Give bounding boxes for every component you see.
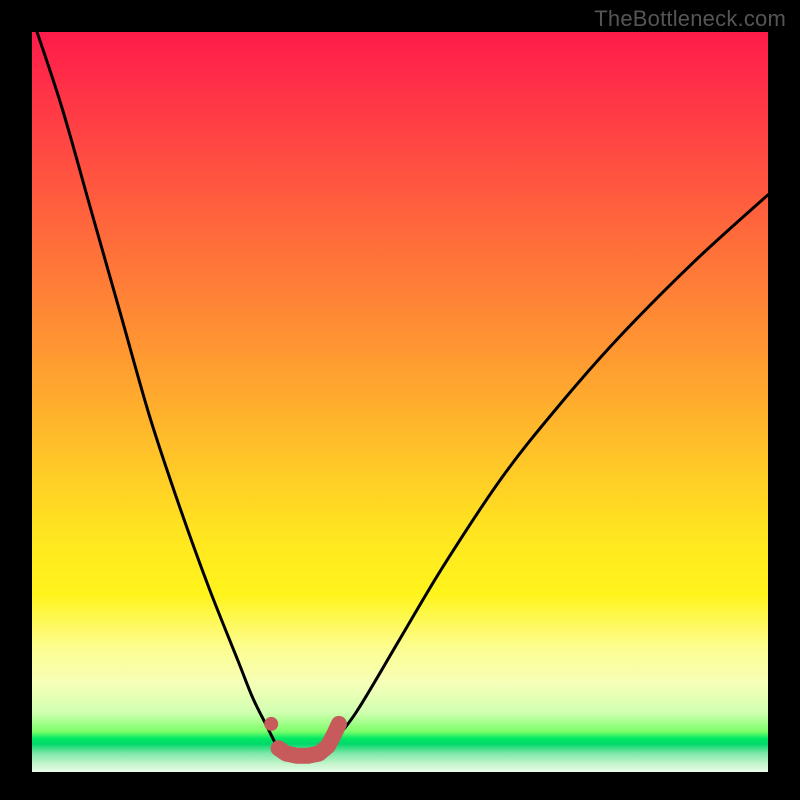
bottom-marker-lone-dot [264, 717, 278, 731]
plot-area [32, 32, 768, 772]
curve-svg [32, 32, 768, 772]
curve-left-branch [32, 17, 279, 750]
chart-frame: TheBottleneck.com [0, 0, 800, 800]
curve-right-branch [326, 195, 768, 750]
watermark-text: TheBottleneck.com [594, 6, 786, 32]
bottom-marker-stroke [279, 724, 339, 756]
